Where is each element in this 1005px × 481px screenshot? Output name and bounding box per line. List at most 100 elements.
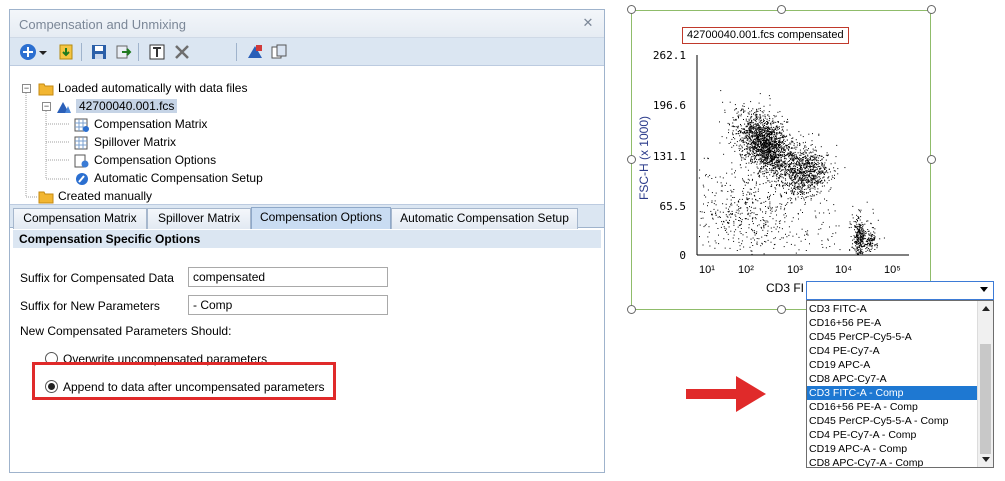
matrix-plot-icon[interactable]	[246, 43, 264, 61]
tree-node-created-manually[interactable]: Created manually	[38, 187, 152, 205]
event-dot	[799, 178, 801, 180]
event-dot	[784, 217, 786, 219]
collapse-toggle[interactable]: −	[42, 102, 51, 111]
suffix-params-field[interactable]: - Comp	[188, 295, 388, 315]
event-dot	[741, 145, 743, 147]
event-dot	[800, 191, 801, 193]
dropdown-option[interactable]: CD3 FITC-A - Comp	[807, 386, 978, 400]
event-dot	[764, 125, 765, 126]
event-dot	[752, 150, 753, 152]
event-dot	[761, 127, 763, 129]
resize-handle[interactable]	[627, 305, 636, 314]
dropdown-option[interactable]: CD8 APC-Cy7-A	[807, 372, 978, 386]
event-dot	[865, 231, 867, 232]
event-dot	[758, 224, 760, 226]
event-dot	[828, 212, 830, 214]
event-dot	[782, 177, 784, 179]
event-dot	[750, 188, 752, 190]
event-dot	[862, 233, 864, 235]
event-dot	[742, 178, 743, 180]
event-dot	[771, 163, 773, 165]
tab-automatic-compensation-setup[interactable]: Automatic Compensation Setup	[391, 208, 578, 229]
import-icon[interactable]	[57, 43, 75, 61]
event-dot	[736, 204, 738, 206]
event-dot	[699, 224, 701, 226]
chevron-down-icon[interactable]	[980, 287, 988, 292]
tree-node-file[interactable]: 42700040.001.fcs	[56, 97, 178, 115]
add-icon[interactable]	[19, 43, 37, 61]
event-dot	[867, 243, 869, 245]
event-dot	[744, 137, 746, 139]
x-parameter-select[interactable]	[806, 281, 994, 300]
event-dot	[795, 139, 797, 141]
tree-node-auto-setup[interactable]: Automatic Compensation Setup	[74, 169, 263, 187]
parameter-dropdown-list[interactable]: CD3 FITC-A CD16+56 PE-A CD45 PerCP-Cy5-5-A…	[806, 300, 994, 468]
resize-handle[interactable]	[777, 5, 786, 14]
copy-icon[interactable]	[270, 43, 288, 61]
tab-compensation-matrix[interactable]: Compensation Matrix	[13, 208, 147, 229]
event-dot	[776, 138, 778, 140]
collapse-toggle[interactable]: −	[22, 84, 31, 93]
event-dot	[770, 123, 772, 125]
dropdown-option[interactable]: CD19 APC-A - Comp	[807, 442, 978, 456]
event-dot	[819, 160, 821, 161]
tab-compensation-options[interactable]: Compensation Options	[251, 207, 391, 229]
scroll-thumb[interactable]	[980, 344, 991, 454]
event-dot	[745, 218, 747, 220]
event-dot	[763, 139, 765, 141]
event-dot	[797, 180, 799, 182]
suffix-data-label: Suffix for Compensated Data	[20, 271, 174, 285]
resize-handle[interactable]	[777, 305, 786, 314]
dropdown-option[interactable]: CD8 APC-Cy7-A - Comp	[807, 456, 978, 467]
scrollbar[interactable]	[977, 301, 993, 467]
event-dot	[763, 225, 765, 227]
tab-spillover-matrix[interactable]: Spillover Matrix	[147, 208, 251, 229]
event-dot	[872, 234, 874, 235]
event-dot	[782, 184, 784, 186]
event-dot	[803, 175, 805, 177]
event-dot	[819, 181, 821, 183]
event-dot	[752, 155, 754, 157]
event-dot	[814, 174, 816, 176]
resize-handle[interactable]	[627, 5, 636, 14]
dropdown-option[interactable]: CD16+56 PE-A - Comp	[807, 400, 978, 414]
event-dot	[751, 161, 753, 163]
event-dot	[750, 157, 752, 159]
suffix-data-field[interactable]: compensated	[188, 267, 388, 287]
event-dot	[752, 223, 754, 225]
dropdown-icon[interactable]	[38, 43, 48, 61]
dropdown-option[interactable]: CD45 PerCP-Cy5-5-A - Comp	[807, 414, 978, 428]
dropdown-option[interactable]: CD3 FITC-A	[807, 302, 978, 316]
resize-handle[interactable]	[927, 5, 936, 14]
rename-icon[interactable]	[148, 43, 166, 61]
event-dot	[741, 221, 743, 223]
tree-node-loaded-auto[interactable]: Loaded automatically with data files	[38, 79, 247, 97]
event-dot	[831, 236, 833, 237]
tree-node-compensation-matrix[interactable]: Compensation Matrix	[74, 115, 207, 133]
event-dot	[767, 114, 769, 116]
dropdown-option[interactable]: CD4 PE-Cy7-A - Comp	[807, 428, 978, 442]
event-dot	[803, 166, 805, 168]
event-dot	[740, 148, 742, 150]
dropdown-option[interactable]: CD16+56 PE-A	[807, 316, 978, 330]
scroll-up-icon[interactable]	[982, 306, 990, 311]
tree-node-spillover-matrix[interactable]: Spillover Matrix	[74, 133, 176, 151]
export-icon[interactable]	[114, 43, 132, 61]
close-icon[interactable]: ✕	[580, 15, 596, 31]
event-dot	[762, 112, 764, 114]
event-dot	[755, 149, 757, 151]
tree-node-compensation-options[interactable]: Compensation Options	[74, 151, 216, 169]
scroll-down-icon[interactable]	[982, 457, 990, 462]
event-dot	[776, 185, 777, 186]
event-dot	[812, 151, 814, 153]
dropdown-option[interactable]: CD45 PerCP-Cy5-5-A	[807, 330, 978, 344]
event-dot	[794, 168, 796, 170]
dropdown-option[interactable]: CD19 APC-A	[807, 358, 978, 372]
save-icon[interactable]	[90, 43, 108, 61]
event-dot	[769, 146, 771, 148]
event-dot	[729, 101, 731, 103]
dropdown-option[interactable]: CD4 PE-Cy7-A	[807, 344, 978, 358]
event-dot	[790, 190, 792, 192]
event-dot	[860, 211, 861, 213]
delete-icon[interactable]	[173, 43, 191, 61]
